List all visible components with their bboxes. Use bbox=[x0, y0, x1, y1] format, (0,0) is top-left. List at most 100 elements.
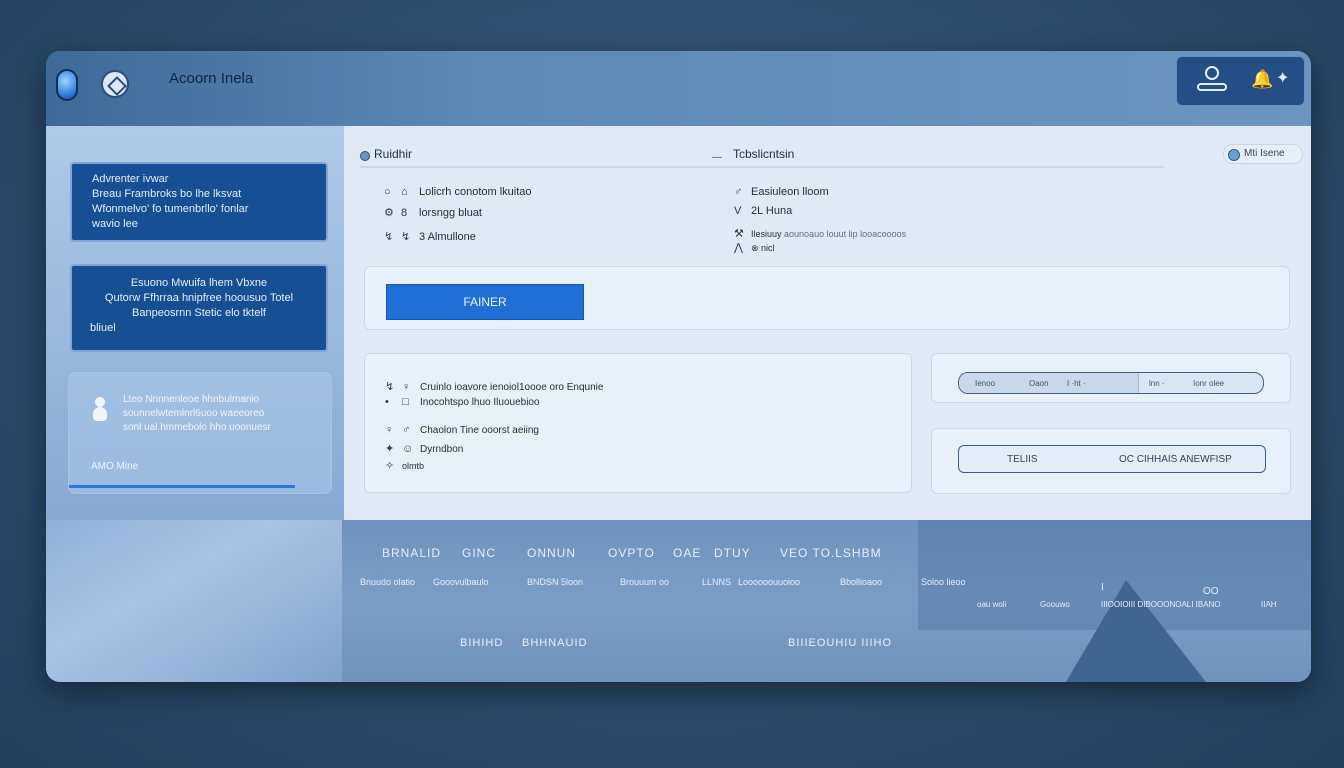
sparkle-icon: ✧ bbox=[385, 460, 395, 472]
footer-link[interactable]: OVPTO bbox=[608, 546, 655, 560]
person-icon: ♂ bbox=[402, 424, 411, 436]
bullet-icon: • bbox=[385, 396, 389, 408]
footer-text[interactable]: BNDSN 5loon bbox=[527, 577, 583, 587]
outline-button-left: TELIIS bbox=[1007, 454, 1038, 465]
sidebar-card-profile[interactable]: Lteo Nnnnenleoe hhnbulmanio sounnelwteml… bbox=[68, 372, 332, 494]
segmented-control[interactable]: Ienoo Oaon I ·ht · lnn · Ionr olee bbox=[958, 372, 1264, 394]
detail-row: ↯ ↯ 3 Almullone bbox=[384, 230, 476, 243]
detail-text: lorsngg bluat bbox=[419, 207, 482, 219]
profile-info: Lteo Nnnnenleoe hhnbulmanio sounnelwteml… bbox=[123, 393, 323, 435]
gear-icon: ⚙ bbox=[384, 207, 394, 219]
footer-text[interactable]: Goouwo bbox=[1040, 600, 1070, 609]
footer-text[interactable]: IIIOOIOIII DIBOOONOALI IBANO bbox=[1101, 600, 1221, 609]
app-logo-icon bbox=[56, 69, 78, 101]
detail-row: ♂ Easiuleon lloom bbox=[734, 186, 829, 198]
list-item-text: Cruinlo ioavore ienoiol1oooe oro Enqunie bbox=[420, 382, 604, 393]
status-pill[interactable]: Mti Isene bbox=[1223, 144, 1303, 164]
check-icon: V bbox=[734, 205, 742, 217]
segment-card: Ienoo Oaon I ·ht · lnn · Ionr olee bbox=[931, 353, 1291, 403]
footer-link[interactable]: DTUY bbox=[714, 546, 751, 560]
profile-line: sounnelwtemlnrl6uoo waeeoreo bbox=[123, 408, 265, 419]
segment-label: Ionr olee bbox=[1193, 379, 1225, 388]
footer-text[interactable]: Soloo lieoo bbox=[921, 577, 966, 587]
footer: BRNALID GINC ONNUN OVPTO OAE DTUY VEO TO… bbox=[46, 520, 1311, 682]
segment-label: Oaon bbox=[1029, 379, 1049, 388]
sidebar-card-line: Breau Frambroks bo lhe lksvat bbox=[92, 188, 242, 200]
footer-link[interactable]: ONNUN bbox=[527, 546, 576, 560]
footer-text[interactable]: IIAH bbox=[1261, 600, 1277, 609]
tab-center[interactable]: Tcbslicntsin bbox=[733, 147, 794, 161]
sidebar-card-line: Esuono Mwuifa lhem Vbxne bbox=[130, 277, 268, 289]
footer-text[interactable]: Loooooouuoioo bbox=[738, 577, 800, 587]
outline-button-card: TELIIS OC CIHHAIS ANEWFISP bbox=[931, 428, 1291, 494]
sparkle-icon[interactable]: ✦ bbox=[1276, 68, 1289, 88]
profile-progress-bar bbox=[69, 485, 295, 488]
list-item[interactable]: ↯ ♀ Cruinlo ioavore ienoiol1oooe oro Enqun… bbox=[385, 380, 603, 393]
list-item[interactable]: ✦ ☺ Dyrndbon bbox=[385, 442, 463, 455]
diamond-badge-icon[interactable] bbox=[101, 70, 129, 98]
footer-link[interactable]: VEO TO.LSHBM bbox=[780, 546, 882, 560]
bell-icon[interactable]: 🔔 bbox=[1251, 69, 1273, 90]
detail-text: 2L Huna bbox=[751, 205, 793, 217]
footer-text[interactable]: Bnuudo olatio bbox=[360, 577, 415, 587]
footer-mark: I bbox=[1101, 582, 1104, 593]
list-item-text: olmtb bbox=[402, 461, 425, 471]
footer-mark: OO bbox=[1203, 586, 1219, 597]
action-card: FAINER bbox=[364, 266, 1290, 330]
footer-text[interactable]: Bbollioaoo bbox=[840, 577, 882, 587]
detail-text: Lolicrh conotom lkuitao bbox=[419, 186, 532, 198]
detail-text: 3 Almullone bbox=[419, 231, 476, 243]
user-icon[interactable] bbox=[1195, 66, 1227, 94]
outline-button-right: OC CIHHAIS ANEWFISP bbox=[1119, 454, 1232, 465]
sidebar-card-account[interactable]: Advrenter ivwar Breau Frambroks bo lhe l… bbox=[70, 162, 328, 242]
profile-line: Lteo Nnnnenleoe hhnbulmanio bbox=[123, 394, 260, 405]
tab-strip: Ruidhir — Tcbslicntsin bbox=[360, 146, 1164, 168]
detail-text: ⊗ nicl bbox=[751, 243, 775, 253]
tab-separator: — bbox=[712, 152, 722, 163]
smile-icon: ☺ bbox=[402, 443, 414, 455]
footer-text[interactable]: Brouuum oo bbox=[620, 577, 669, 587]
detail-text: Easiuleon lloom bbox=[751, 186, 829, 198]
tab-left[interactable]: Ruidhir bbox=[374, 147, 412, 161]
footer-link[interactable]: BIHIHD bbox=[460, 637, 503, 649]
status-dot-icon bbox=[1228, 149, 1240, 161]
person-icon: ♀ bbox=[402, 381, 411, 393]
detail-text: Ilesiuuy bbox=[751, 229, 782, 239]
footer-link[interactable]: BIIIEOUHIU IIIHO bbox=[788, 637, 892, 649]
sidebar-card-line: wavio lee bbox=[92, 218, 138, 230]
footer-link[interactable]: BRNALID bbox=[382, 546, 441, 560]
status-pill-label: Mti Isene bbox=[1244, 148, 1285, 159]
app-title: Acoorn Inela bbox=[169, 70, 254, 87]
app-window: Acoorn Inela 🔔 ✦ Advrenter ivwar Breau F… bbox=[46, 51, 1311, 682]
detail-row: ⚙ 8 lorsngg bluat bbox=[384, 206, 482, 219]
footer-text[interactable]: LLNNS bbox=[702, 577, 731, 587]
list-card: ↯ ♀ Cruinlo ioavore ienoiol1oooe oro Enqun… bbox=[364, 353, 912, 493]
sidebar-card-line: Qutorw Ffhrraa hnipfree hoousuo Totel bbox=[104, 292, 294, 304]
list-item[interactable]: ✧ olmtb bbox=[385, 459, 424, 472]
sidebar-card-line: Wfonmelvo' fo tumenbrllo' fonlar bbox=[92, 203, 249, 215]
footer-link[interactable]: BHHNAUID bbox=[522, 637, 587, 649]
outline-button[interactable]: TELIIS OC CIHHAIS ANEWFISP bbox=[958, 445, 1266, 473]
segment-label: Ienoo bbox=[975, 379, 996, 388]
caret-icon: ⋀ bbox=[734, 242, 744, 254]
list-item-text: Chaolon Tine ooorst aeiing bbox=[420, 425, 539, 436]
detail-row: ○ ⌂ Lolicrh conotom lkuitao bbox=[384, 186, 532, 198]
footer-link[interactable]: OAE bbox=[673, 546, 701, 560]
list-item[interactable]: ♀ ♂ Chaolon Tine ooorst aeiing bbox=[385, 424, 539, 436]
list-item[interactable]: • □ Inocohtspo lhuo Iluouebioo bbox=[385, 396, 540, 408]
footer-decoration bbox=[1066, 580, 1206, 682]
square-icon: □ bbox=[402, 396, 409, 408]
footer-link[interactable]: GINC bbox=[462, 546, 496, 560]
footer-text[interactable]: oau woli bbox=[977, 600, 1006, 609]
footer-text[interactable]: Gooovulbaulo bbox=[433, 577, 489, 587]
main-panel: Ruidhir — Tcbslicntsin Mti Isene ○ ⌂ Lolic… bbox=[344, 126, 1311, 520]
radio-dot-icon bbox=[360, 151, 370, 161]
segment-label: lnn · bbox=[1149, 379, 1165, 388]
home-icon: ⌂ bbox=[401, 186, 408, 198]
list-item-text: Dyrndbon bbox=[420, 444, 464, 455]
sparkle-icon: ✦ bbox=[385, 443, 395, 455]
primary-button[interactable]: FAINER bbox=[386, 284, 584, 320]
sidebar-card-overview[interactable]: Esuono Mwuifa lhem Vbxne Qutorw Ffhrraa … bbox=[70, 264, 328, 352]
profile-line: sonl ual hmmebolo hho uoonuesr bbox=[123, 422, 271, 433]
bolt-icon: ↯ bbox=[401, 231, 411, 243]
